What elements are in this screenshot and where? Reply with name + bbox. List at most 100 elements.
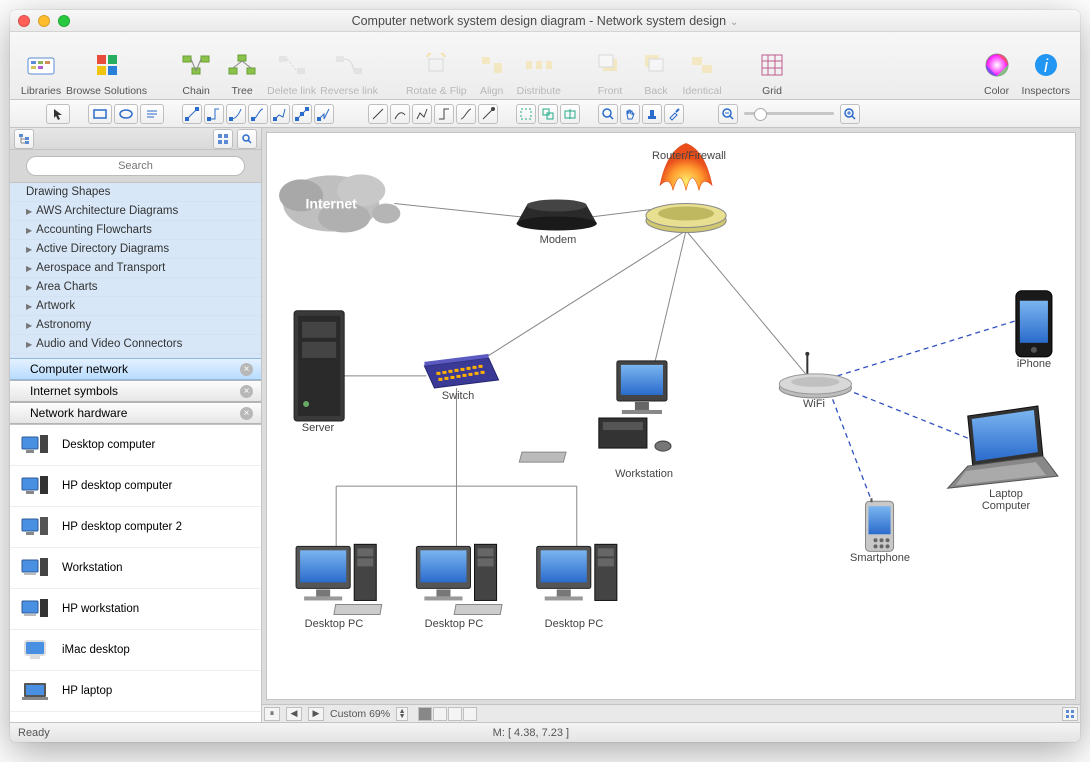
category-item[interactable]: ▶Active Directory Diagrams [10,240,261,259]
search-tab[interactable] [237,129,257,149]
category-item[interactable]: ▶Audio and Video Connectors [10,335,261,354]
tree-view-tab[interactable] [14,129,34,149]
open-library[interactable]: Computer network× [10,358,261,380]
shape-list[interactable]: Desktop computer HP desktop computer HP … [10,424,261,722]
open-library[interactable]: Network hardware× [10,402,261,424]
tree-button[interactable]: Tree [221,48,263,97]
search-input[interactable] [26,156,245,176]
tool-strip [10,100,1080,128]
page-tab[interactable] [433,707,447,721]
browse-solutions-button[interactable]: Browse Solutions [66,48,147,97]
shape-item[interactable]: HP desktop computer 2 [10,507,261,548]
connector-tool-7[interactable] [314,104,334,124]
distribute-icon [522,48,556,82]
connector-tool-5[interactable] [270,104,290,124]
node-label: Smartphone [850,552,910,564]
rectangle-tool[interactable] [88,104,112,124]
distribute-button: Distribute [517,48,561,97]
shape-item[interactable]: HP laptop [10,671,261,712]
libraries-button[interactable]: Libraries [20,48,62,97]
chevron-down-icon[interactable]: ⌄ [730,17,738,28]
category-item[interactable]: ▶Accounting Flowcharts [10,221,261,240]
line-tool-6[interactable] [478,104,498,124]
view-tool-hand[interactable] [620,104,640,124]
page-tab[interactable] [463,707,477,721]
zoom-in-button[interactable] [840,104,860,124]
tree-icon [225,48,259,82]
category-item[interactable]: ▶Aerospace and Transport [10,259,261,278]
close-icon[interactable]: × [240,363,253,376]
zoom-slider[interactable] [744,112,834,115]
shape-item[interactable]: HP desktop computer [10,466,261,507]
zoom-stepper[interactable]: ▲▼ [396,707,408,721]
identical-button: Identical [681,48,723,97]
next-page-button[interactable]: ▶ [308,707,324,721]
view-tool-magnify[interactable] [598,104,618,124]
inspectors-icon: i [1029,48,1063,82]
prev-page-button[interactable]: ◀ [286,707,302,721]
edit-tool-3[interactable] [560,104,580,124]
close-icon[interactable]: × [240,385,253,398]
category-item[interactable]: ▶AWS Architecture Diagrams [10,202,261,221]
category-item[interactable]: Drawing Shapes [10,183,261,202]
shape-item[interactable]: HP workstation [10,589,261,630]
shape-item[interactable]: Desktop computer [10,425,261,466]
grid-view-tab[interactable] [213,129,233,149]
browse-solutions-icon [90,48,124,82]
color-button[interactable]: Color [976,48,1018,97]
open-library[interactable]: Internet symbols× [10,380,261,402]
view-tool-eyedropper[interactable] [664,104,684,124]
inspectors-button[interactable]: i Inspectors [1022,48,1070,97]
sidebar: Drawing Shapes ▶AWS Architecture Diagram… [10,128,262,722]
grid-button[interactable]: Grid [751,48,793,97]
connector-tool-2[interactable] [204,104,224,124]
line-tool-1[interactable] [368,104,388,124]
color-icon [980,48,1014,82]
canvas[interactable]: Internet [266,132,1076,700]
edit-tool-1[interactable] [516,104,536,124]
laptop-node [948,406,1058,488]
chain-button[interactable]: Chain [175,48,217,97]
close-icon[interactable]: × [240,407,253,420]
node-label: Router/Firewall [652,150,726,162]
status-mouse-coords: M: [ 4.38, 7.23 ] [50,727,1012,739]
edit-tool-2[interactable] [538,104,558,124]
node-label: Laptop Computer [971,488,1041,512]
shape-item[interactable]: iMac desktop [10,630,261,671]
ellipse-tool[interactable] [114,104,138,124]
smartphone-node [865,498,893,551]
node-label: Modem [540,234,577,246]
pause-button[interactable]: ⏸ [264,707,280,721]
canvas-area: Internet [262,128,1080,722]
line-tool-2[interactable] [390,104,410,124]
status-ready: Ready [18,727,50,739]
delete-link-icon [275,48,309,82]
page-tab[interactable] [448,707,462,721]
statusbar: Ready M: [ 4.38, 7.23 ] [10,722,1080,742]
connector-tool-1[interactable] [182,104,202,124]
text-tool[interactable] [140,104,164,124]
shape-item[interactable]: Workstation [10,548,261,589]
node-label: Desktop PC [425,618,484,630]
line-tool-3[interactable] [412,104,432,124]
connector-tool-6[interactable] [292,104,312,124]
connector-tool-4[interactable] [248,104,268,124]
rotate-flip-icon [419,48,453,82]
node-label: Desktop PC [545,618,604,630]
align-button: Align [471,48,513,97]
category-item[interactable]: ▶Astronomy [10,316,261,335]
titlebar: Computer network system design diagram -… [10,10,1080,32]
back-icon [639,48,673,82]
pointer-tool[interactable] [46,104,70,124]
page-tab[interactable] [418,707,432,721]
category-list[interactable]: Drawing Shapes ▶AWS Architecture Diagram… [10,183,261,358]
line-tool-5[interactable] [456,104,476,124]
view-tool-stamp[interactable] [642,104,662,124]
category-item[interactable]: ▶Artwork [10,297,261,316]
category-item[interactable]: ▶Area Charts [10,278,261,297]
connector-tool-3[interactable] [226,104,246,124]
zoom-out-button[interactable] [718,104,738,124]
page-options-button[interactable] [1062,707,1078,721]
front-icon [593,48,627,82]
line-tool-4[interactable] [434,104,454,124]
